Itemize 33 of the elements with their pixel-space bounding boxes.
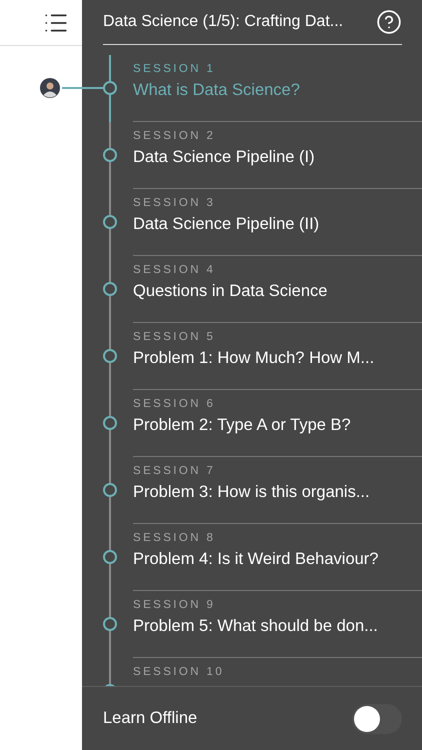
session-label: SESSION 5 xyxy=(133,330,216,344)
session-label: SESSION 4 xyxy=(133,263,216,277)
timeline-node xyxy=(103,215,117,229)
timeline-node xyxy=(103,483,117,497)
connector-line xyxy=(62,87,104,89)
session-label: SESSION 10 xyxy=(133,665,224,679)
learn-offline-label: Learn Offline xyxy=(103,709,198,728)
session-title[interactable]: Problem 5: What should be don... xyxy=(133,615,378,637)
avatar xyxy=(40,78,60,98)
session-label: SESSION 2 xyxy=(133,129,216,143)
course-title: Data Science (1/5): Crafting Dat... xyxy=(103,13,344,31)
session-title[interactable]: Problem 2: Type A or Type B? xyxy=(133,414,351,436)
timeline-node xyxy=(103,349,117,363)
session-label: SESSION 6 xyxy=(133,397,216,411)
session-title[interactable]: Questions in Data Science xyxy=(133,280,328,302)
offline-toggle[interactable] xyxy=(352,704,402,734)
session-label: SESSION 8 xyxy=(133,531,216,545)
help-icon[interactable] xyxy=(376,9,402,35)
session-label: SESSION 1 xyxy=(133,62,216,76)
session-label: SESSION 3 xyxy=(133,196,216,210)
session-title[interactable]: Problem 1: How Much? How M... xyxy=(133,347,374,369)
timeline-node xyxy=(103,148,117,162)
timeline-node xyxy=(103,550,117,564)
timeline-node xyxy=(103,617,117,631)
session-title[interactable]: Data Science Pipeline (II) xyxy=(133,213,320,235)
session-title[interactable]: What is Data Science? xyxy=(133,79,300,101)
session-label: SESSION 9 xyxy=(133,598,216,612)
session-label: SESSION 7 xyxy=(133,464,216,478)
timeline-node xyxy=(103,416,117,430)
session-title[interactable]: Problem 4: Is it Weird Behaviour? xyxy=(133,548,378,570)
session-title[interactable]: Problem 3: How is this organis... xyxy=(133,481,370,503)
session-title[interactable]: Data Science Pipeline (I) xyxy=(133,146,315,168)
timeline-node xyxy=(103,282,117,296)
